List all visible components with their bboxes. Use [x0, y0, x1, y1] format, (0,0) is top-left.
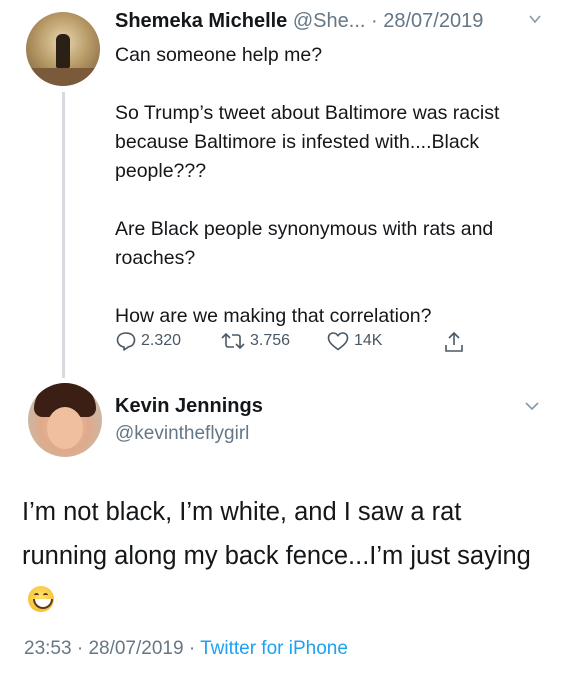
avatar-background [26, 68, 100, 86]
tweet2-time[interactable]: 23:53 [24, 638, 72, 659]
avatar-shemeka[interactable] [26, 12, 100, 86]
avatar-kevin[interactable] [28, 383, 102, 457]
tweet2-text-block: I’m not black, I’m white, and I saw a ra… [22, 490, 552, 622]
tweet1-text: Can someone help me? So Trump’s tweet ab… [115, 44, 500, 327]
tweet2-footer: 23:53 · 28/07/2019 · Twitter for iPhone [24, 638, 348, 660]
grinning-face-emoji-icon [28, 586, 54, 612]
chevron-down-icon[interactable] [528, 12, 542, 26]
heart-icon [327, 332, 349, 351]
retweet-icon [221, 332, 245, 350]
footer-dot-2: · [188, 638, 196, 659]
chevron-down-icon[interactable] [524, 398, 540, 414]
tweet2-text: I’m not black, I’m white, and I saw a ra… [22, 498, 531, 570]
retweet-button[interactable]: 3.756 [220, 330, 290, 352]
tweet2-author-name[interactable]: Kevin Jennings [115, 395, 263, 418]
tweet2-date[interactable]: 28/07/2019 [88, 638, 183, 659]
tweet1-dot: · [371, 10, 378, 32]
tweet1-author-name[interactable]: Shemeka Michelle [115, 10, 287, 32]
tweet2-handle[interactable]: @kevintheflygirl [115, 423, 249, 445]
like-count: 14K [354, 332, 383, 349]
retweet-count: 3.756 [250, 332, 291, 349]
reply-count: 2.320 [141, 332, 182, 349]
footer-dot-1: · [76, 638, 84, 659]
tweet2-source-link[interactable]: Twitter for iPhone [200, 638, 348, 659]
share-button[interactable] [442, 330, 466, 354]
avatar-figure [56, 34, 70, 68]
tweet1-header: Shemeka Michelle @She... · 28/07/2019 [115, 10, 483, 33]
tweet1-handle[interactable]: @She... [293, 10, 366, 32]
reply-button[interactable]: 2.320 [115, 330, 181, 352]
share-icon [445, 331, 463, 352]
avatar-face [47, 407, 83, 449]
thread-connector-line [62, 92, 65, 378]
like-button[interactable]: 14K [326, 330, 382, 352]
tweet1-date[interactable]: 28/07/2019 [383, 10, 483, 32]
reply-icon [116, 332, 136, 351]
